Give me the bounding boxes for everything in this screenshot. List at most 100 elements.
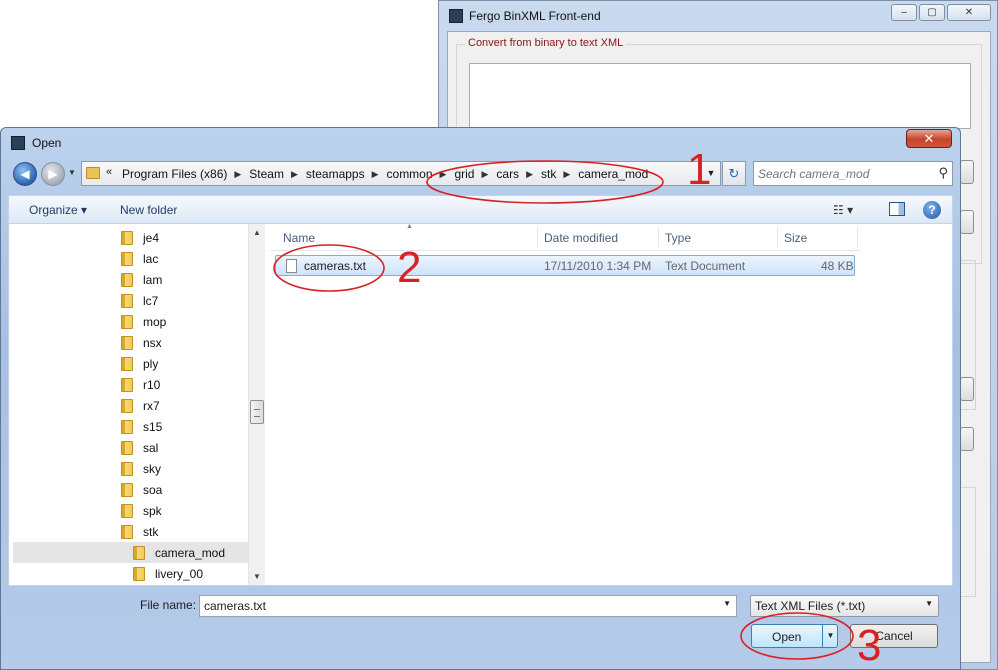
annotation-label-3: 3 bbox=[857, 621, 882, 670]
folder-icon bbox=[121, 314, 133, 329]
tree-item[interactable]: r10 bbox=[121, 374, 160, 395]
open-split-dropdown-icon[interactable]: ▼ bbox=[822, 625, 838, 647]
address-bar[interactable]: « Program Files (x86) ▶ Steam ▶ steamapps ▶… bbox=[81, 161, 721, 186]
folder-icon bbox=[121, 293, 133, 308]
refresh-button[interactable]: ↻ bbox=[722, 161, 746, 186]
breadcrumb-item[interactable]: Program Files (x86) bbox=[122, 167, 234, 181]
file-row-cameras-txt[interactable]: cameras.txt 17/11/2010 1:34 PM Text Docu… bbox=[275, 255, 855, 276]
column-date-modified[interactable]: Date modified bbox=[544, 231, 618, 245]
forward-button[interactable]: ▶ bbox=[41, 162, 65, 186]
open-button-label: Open bbox=[772, 630, 802, 644]
breadcrumb-item[interactable]: cars bbox=[496, 167, 526, 181]
breadcrumb-overflow[interactable]: « bbox=[106, 166, 112, 178]
column-divider[interactable] bbox=[857, 227, 858, 247]
tree-item[interactable]: mop bbox=[121, 311, 166, 332]
search-input[interactable] bbox=[758, 165, 928, 182]
back-button[interactable]: ◀ bbox=[13, 162, 37, 186]
tree-item[interactable]: rx7 bbox=[121, 395, 160, 416]
file-size: 48 KB bbox=[821, 259, 854, 273]
tree-item[interactable]: ply bbox=[121, 353, 158, 374]
tree-item-label: lam bbox=[143, 272, 163, 287]
breadcrumb-separator-icon[interactable]: ▶ bbox=[440, 167, 455, 181]
history-dropdown-icon[interactable]: ▼ bbox=[68, 168, 76, 177]
tree-item[interactable]: je4 bbox=[121, 227, 159, 248]
close-button[interactable]: ✕ bbox=[906, 129, 952, 148]
binary-xml-textarea[interactable] bbox=[469, 63, 971, 129]
breadcrumb-item[interactable]: Steam bbox=[249, 167, 291, 181]
background-window-title: Fergo BinXML Front-end bbox=[469, 9, 601, 23]
column-type[interactable]: Type bbox=[665, 231, 691, 245]
breadcrumb-item[interactable]: camera_mod bbox=[578, 167, 655, 181]
open-button[interactable]: Open ▼ bbox=[751, 624, 838, 648]
tree-item[interactable]: stk bbox=[121, 521, 158, 542]
tree-item-label: s15 bbox=[143, 419, 163, 434]
side-button[interactable] bbox=[960, 377, 974, 401]
navigation-scrollbar[interactable]: ▲ ▼ bbox=[248, 224, 265, 585]
navigation-pane: je4 lac lam lc7 mop nsx ply r10 rx7 s15 … bbox=[13, 224, 248, 585]
side-button[interactable] bbox=[960, 160, 974, 184]
change-view-button[interactable]: ☷ ▾ bbox=[833, 203, 853, 217]
scroll-up-icon[interactable]: ▲ bbox=[253, 228, 261, 237]
text-document-icon bbox=[286, 259, 297, 273]
column-divider[interactable] bbox=[658, 227, 659, 247]
tree-item-camera-mod[interactable]: camera_mod bbox=[13, 542, 248, 563]
tree-item-label: sky bbox=[143, 461, 161, 476]
breadcrumb-separator-icon[interactable]: ▶ bbox=[526, 167, 541, 181]
column-name[interactable]: Name bbox=[283, 231, 315, 245]
tree-item-label: lac bbox=[143, 251, 159, 266]
breadcrumb-separator-icon[interactable]: ▶ bbox=[291, 167, 306, 181]
tree-item-label: sal bbox=[143, 440, 159, 455]
side-button[interactable] bbox=[960, 427, 974, 451]
folder-icon bbox=[121, 377, 133, 392]
tree-item[interactable]: s15 bbox=[121, 416, 162, 437]
breadcrumb-separator-icon[interactable]: ▶ bbox=[372, 167, 387, 181]
breadcrumb-separator-icon[interactable]: ▶ bbox=[234, 167, 249, 181]
preview-pane-icon[interactable] bbox=[889, 202, 905, 216]
tree-item[interactable]: lac bbox=[121, 248, 158, 269]
minimize-button[interactable]: – bbox=[891, 4, 917, 21]
side-button[interactable] bbox=[960, 210, 974, 234]
tree-item[interactable]: lc7 bbox=[121, 290, 158, 311]
breadcrumb-separator-icon[interactable]: ▶ bbox=[481, 167, 496, 181]
tree-item[interactable]: sky bbox=[121, 458, 161, 479]
tree-item[interactable]: spk bbox=[121, 500, 162, 521]
search-box[interactable]: ⚲ bbox=[753, 161, 953, 186]
breadcrumb-item[interactable]: common bbox=[387, 167, 440, 181]
search-icon[interactable]: ⚲ bbox=[938, 165, 948, 181]
tree-item-label: rx7 bbox=[143, 398, 160, 413]
breadcrumb-item[interactable]: grid bbox=[454, 167, 481, 181]
column-size[interactable]: Size bbox=[784, 231, 807, 245]
convert-group-label: Convert from binary to text XML bbox=[465, 37, 627, 49]
scroll-down-icon[interactable]: ▼ bbox=[253, 572, 261, 581]
column-divider[interactable] bbox=[537, 227, 538, 247]
organize-button[interactable]: Organize ▾ bbox=[29, 203, 87, 217]
folder-icon bbox=[121, 335, 133, 350]
file-name-input[interactable]: cameras.txt ▼ bbox=[199, 595, 737, 617]
folder-icon bbox=[86, 167, 100, 179]
help-icon[interactable]: ? bbox=[923, 201, 941, 219]
tree-item[interactable]: livery_00 bbox=[133, 563, 203, 584]
chevron-down-icon[interactable]: ▼ bbox=[723, 599, 731, 608]
breadcrumb-separator-icon[interactable]: ▶ bbox=[563, 167, 578, 181]
scrollbar-thumb[interactable] bbox=[250, 400, 264, 424]
tree-item[interactable]: soa bbox=[121, 479, 162, 500]
file-type-value: Text XML Files (*.txt) bbox=[755, 599, 866, 613]
background-close-button[interactable]: ✕ bbox=[947, 4, 991, 21]
new-folder-button[interactable]: New folder bbox=[120, 203, 177, 217]
file-list: ▲ Name Date modified Type Size cameras.t… bbox=[270, 223, 953, 585]
file-type-select[interactable]: Text XML Files (*.txt) ▼ bbox=[750, 595, 939, 617]
file-name-label: File name: bbox=[140, 598, 197, 612]
column-divider[interactable] bbox=[777, 227, 778, 247]
folder-icon bbox=[121, 461, 133, 476]
tree-item-label: r10 bbox=[143, 377, 161, 392]
tree-item-label: ply bbox=[143, 356, 159, 371]
breadcrumb-item[interactable]: steamapps bbox=[306, 167, 372, 181]
chevron-down-icon[interactable]: ▼ bbox=[925, 599, 933, 608]
sort-ascending-icon: ▲ bbox=[406, 223, 413, 230]
breadcrumb-item[interactable]: stk bbox=[541, 167, 563, 181]
tree-item-label: lc7 bbox=[143, 293, 159, 308]
tree-item[interactable]: sal bbox=[121, 437, 158, 458]
tree-item[interactable]: nsx bbox=[121, 332, 162, 353]
tree-item[interactable]: lam bbox=[121, 269, 162, 290]
maximize-button[interactable]: ▢ bbox=[919, 4, 945, 21]
